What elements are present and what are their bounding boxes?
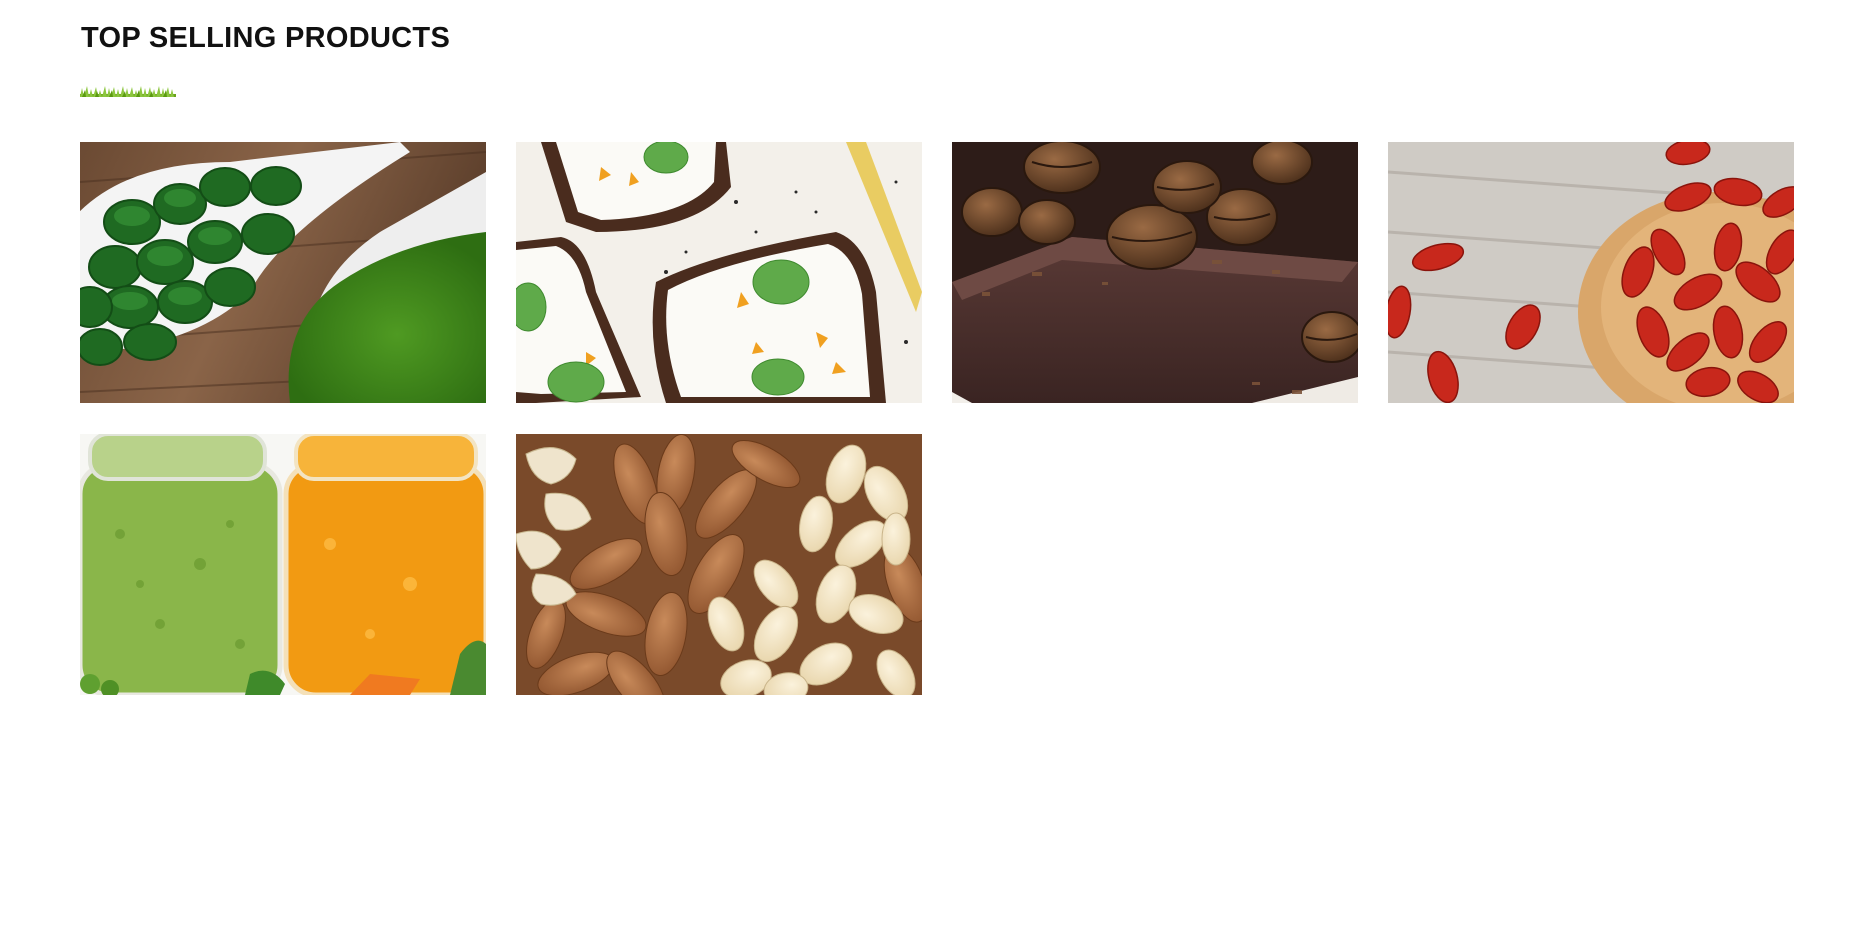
spirulina-image (80, 142, 486, 403)
product-card-nuts[interactable] (516, 434, 922, 695)
product-card-goji[interactable] (1388, 142, 1794, 403)
toast-image (516, 142, 922, 403)
product-card-spirulina[interactable] (80, 142, 486, 403)
puree-image (80, 434, 486, 695)
section-title: TOP SELLING PRODUCTS (81, 22, 451, 54)
chocolate-image (952, 142, 1358, 403)
product-card-chocolate[interactable] (952, 142, 1358, 403)
goji-image (1388, 142, 1794, 403)
nuts-image (516, 434, 922, 695)
product-card-puree[interactable] (80, 434, 486, 695)
grass-divider-icon (80, 86, 176, 97)
product-card-toast[interactable] (516, 142, 922, 403)
